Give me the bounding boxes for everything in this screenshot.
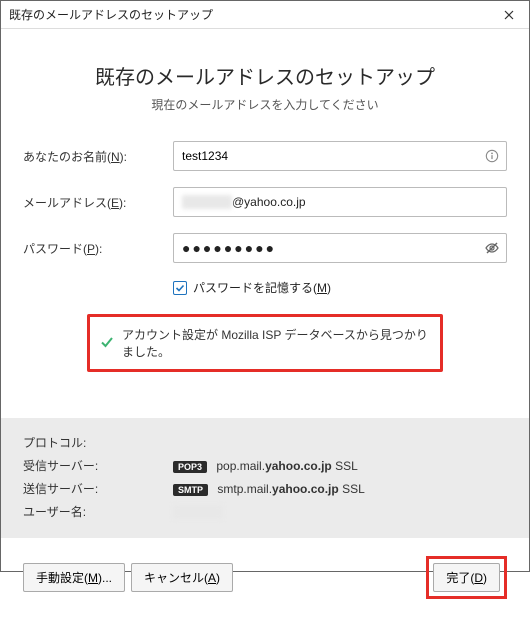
password-row: パスワード(P): ●●●●●●●●● — [23, 233, 507, 263]
email-row: メールアドレス(E): xxxxxxx@yahoo.co.jp — [23, 187, 507, 217]
page-subheading: 現在のメールアドレスを入力してください — [23, 96, 507, 113]
remember-row[interactable]: パスワードを記憶する(M) — [173, 279, 507, 296]
button-bar: 手動設定(M)... キャンセル(A) 完了(D) — [1, 538, 529, 619]
username-row: ユーザー名: xxxxxxx — [23, 503, 507, 520]
email-input[interactable]: xxxxxxx@yahoo.co.jp — [173, 187, 507, 217]
close-icon — [504, 10, 514, 20]
titlebar: 既存のメールアドレスのセットアップ — [1, 1, 529, 29]
close-button[interactable] — [489, 1, 529, 29]
password-label: パスワード(P): — [23, 240, 173, 257]
info-icon[interactable] — [483, 147, 501, 165]
protocol-label: プロトコル: — [23, 434, 173, 451]
server-section: プロトコル: 受信サーバー: POP3 pop.mail.yahoo.co.jp… — [1, 418, 529, 538]
outgoing-label: 送信サーバー: — [23, 480, 173, 497]
username-label: ユーザー名: — [23, 503, 173, 520]
status-banner: アカウント設定が Mozilla ISP データベースから見つかりました。 — [87, 314, 443, 372]
dialog-content: 既存のメールアドレスのセットアップ 現在のメールアドレスを入力してください あな… — [1, 29, 529, 619]
success-check-icon — [100, 335, 114, 352]
smtp-badge: SMTP — [173, 484, 208, 496]
eye-off-icon[interactable] — [483, 239, 501, 257]
done-button[interactable]: 完了(D) — [433, 563, 500, 592]
username-value-masked: xxxxxxx — [173, 505, 223, 519]
name-label: あなたのお名前(N): — [23, 148, 173, 165]
name-input[interactable] — [173, 141, 507, 171]
email-label: メールアドレス(E): — [23, 194, 173, 211]
status-text: アカウント設定が Mozilla ISP データベースから見つかりました。 — [122, 326, 430, 360]
page-heading: 既存のメールアドレスのセットアップ — [23, 61, 507, 90]
name-row: あなたのお名前(N): — [23, 141, 507, 171]
cancel-button[interactable]: キャンセル(A) — [131, 563, 233, 592]
done-highlight: 完了(D) — [426, 556, 507, 599]
remember-label: パスワードを記憶する(M) — [193, 279, 331, 296]
checkmark-icon — [175, 283, 185, 293]
incoming-label: 受信サーバー: — [23, 457, 173, 474]
window-title: 既存のメールアドレスのセットアップ — [9, 6, 213, 23]
manual-config-button[interactable]: 手動設定(M)... — [23, 563, 125, 592]
incoming-row: 受信サーバー: POP3 pop.mail.yahoo.co.jp SSL — [23, 457, 507, 474]
pop3-badge: POP3 — [173, 461, 207, 473]
remember-checkbox[interactable] — [173, 281, 187, 295]
outgoing-row: 送信サーバー: SMTP smtp.mail.yahoo.co.jp SSL — [23, 480, 507, 497]
password-input[interactable]: ●●●●●●●●● — [173, 233, 507, 263]
email-user-masked: xxxxxxx — [182, 195, 232, 209]
